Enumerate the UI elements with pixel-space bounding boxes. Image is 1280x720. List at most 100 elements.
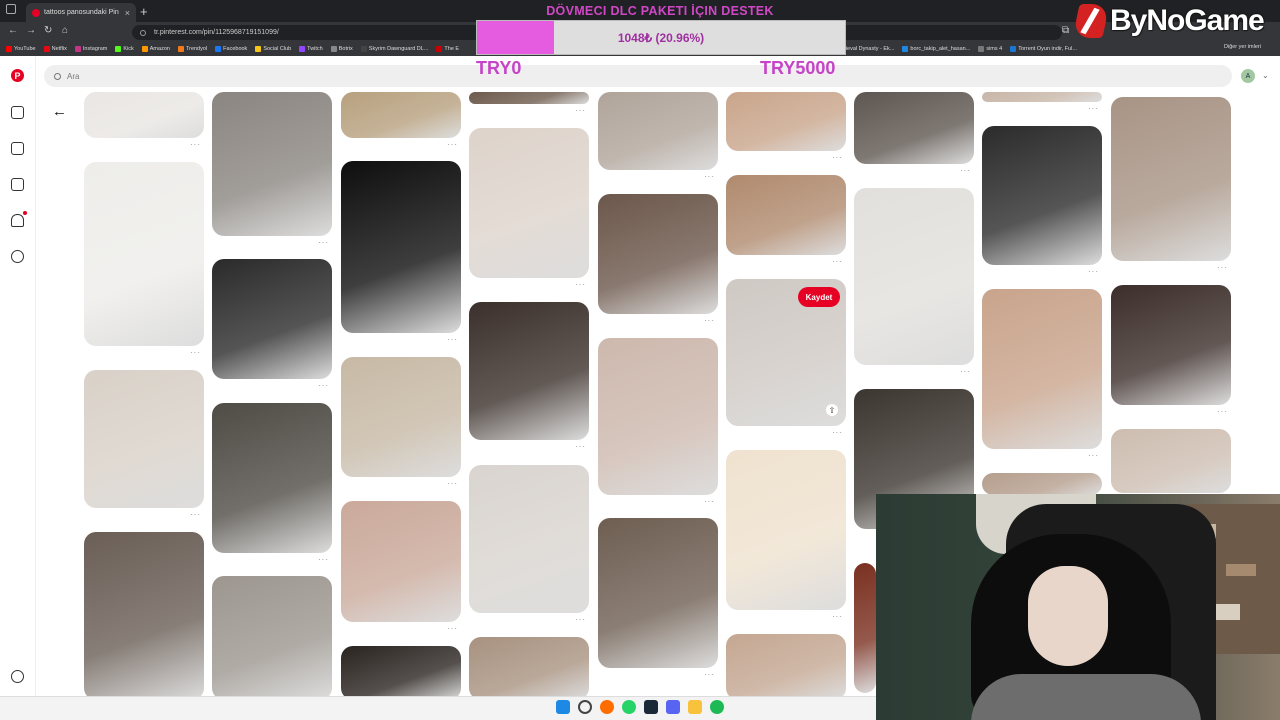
pin-card[interactable] [726,175,846,255]
pin-card[interactable] [598,92,718,170]
bookmark-item[interactable]: Torrent Oyun indir, Ful... [1010,46,1077,52]
pin-more-options-icon[interactable]: ··· [704,670,715,679]
pin-card[interactable] [598,518,718,668]
pin-more-options-icon[interactable]: ··· [447,335,458,344]
pin-more-options-icon[interactable]: ··· [960,166,971,175]
back-arrow-icon[interactable]: ← [52,103,67,120]
pin-more-options-icon[interactable]: ··· [704,497,715,506]
pin-card[interactable] [212,576,332,700]
pin-card[interactable] [1111,97,1231,261]
pin-more-options-icon[interactable]: ··· [575,280,586,289]
new-tab-icon[interactable]: + [140,4,148,19]
home-icon[interactable] [11,106,24,119]
pin-more-options-icon[interactable]: ··· [447,140,458,149]
bookmark-item[interactable]: sims 4 [978,46,1002,52]
reload-icon[interactable]: ↻ [44,25,52,36]
pin-card[interactable] [726,450,846,610]
pin-card[interactable] [84,92,204,138]
pin-card[interactable] [212,403,332,553]
messages-icon[interactable] [11,250,24,263]
close-tab-icon[interactable]: × [125,8,130,18]
pin-more-options-icon[interactable]: ··· [190,348,201,357]
pin-card[interactable] [212,92,332,236]
pin-card[interactable] [982,126,1102,265]
pin-card[interactable] [854,563,876,693]
pin-more-options-icon[interactable]: ··· [318,555,329,564]
browser-tab[interactable]: tattoos panosundaki Pin × [26,3,136,22]
other-bookmarks[interactable]: Diğer yer imleri [1224,44,1261,50]
bookmark-item[interactable]: YouTube [6,46,36,52]
bookmark-item[interactable]: Netflix [43,46,67,52]
bookmark-item[interactable]: Skyrim Dawnguard DL... [360,46,428,52]
taskbar-search-icon[interactable] [578,700,592,714]
bookmark-item[interactable]: Social Club [255,46,291,52]
pin-more-options-icon[interactable]: ··· [575,106,586,115]
bookmark-item[interactable]: Instagram [74,46,107,52]
pin-more-options-icon[interactable]: ··· [447,479,458,488]
pin-more-options-icon[interactable]: ··· [190,510,201,519]
bookmark-item[interactable]: borc_takip_alet_hasan... [902,46,970,52]
spotify-icon[interactable] [710,700,724,714]
pin-card[interactable] [84,532,204,700]
pin-more-options-icon[interactable]: ··· [1088,267,1099,276]
pin-card[interactable] [1111,429,1231,493]
back-nav-icon[interactable]: ← [8,25,18,36]
pin-more-options-icon[interactable]: ··· [832,153,843,162]
discord-icon[interactable] [666,700,680,714]
pin-more-options-icon[interactable]: ··· [1088,104,1099,113]
pin-more-options-icon[interactable]: ··· [1217,407,1228,416]
pin-card[interactable] [469,465,589,613]
extensions-icon[interactable]: ⧉ [1062,25,1069,36]
chevron-down-icon[interactable]: ⌄ [1262,71,1269,80]
pin-card[interactable] [854,92,974,164]
pin-card[interactable] [982,289,1102,449]
save-button[interactable]: Kaydet [798,287,840,307]
pin-card[interactable] [469,128,589,278]
pin-card[interactable] [341,501,461,622]
pin-card[interactable] [982,92,1102,102]
avatar[interactable]: A [1241,69,1255,83]
create-icon[interactable] [11,178,24,191]
pin-more-options-icon[interactable]: ··· [575,615,586,624]
notifications-icon[interactable] [11,214,24,227]
pin-more-options-icon[interactable]: ··· [1217,263,1228,272]
pin-more-options-icon[interactable]: ··· [960,367,971,376]
pinterest-logo-icon[interactable]: P [11,69,24,82]
pin-more-options-icon[interactable]: ··· [447,624,458,633]
share-icon[interactable]: ⇧ [826,404,838,416]
pin-card[interactable] [469,92,589,104]
start-icon[interactable] [556,700,570,714]
bookmark-item[interactable]: Facebook [215,46,247,52]
pin-more-options-icon[interactable]: ··· [575,442,586,451]
pin-more-options-icon[interactable]: ··· [318,238,329,247]
firefox-icon[interactable] [600,700,614,714]
pin-card[interactable] [726,92,846,151]
whatsapp-icon[interactable] [622,700,636,714]
tab-menu-icon[interactable] [6,4,16,14]
pin-card[interactable] [982,473,1102,495]
pin-more-options-icon[interactable]: ··· [318,381,329,390]
pin-card[interactable] [341,646,461,700]
pin-more-options-icon[interactable]: ··· [704,316,715,325]
pin-card[interactable] [469,637,589,700]
pin-card[interactable] [469,302,589,440]
pin-card[interactable] [854,188,974,365]
bookmark-item[interactable]: Amazon [141,46,170,52]
bookmark-item[interactable]: Botrix [330,46,353,52]
bookmark-item[interactable]: Kick [115,46,134,52]
search-input[interactable]: Ara [44,65,1232,87]
pin-more-options-icon[interactable]: ··· [832,428,843,437]
pin-card[interactable] [1111,285,1231,405]
home-nav-icon[interactable]: ⌂ [62,25,68,36]
pin-card[interactable] [84,162,204,346]
pin-card[interactable] [212,259,332,379]
steam-icon[interactable] [644,700,658,714]
pin-more-options-icon[interactable]: ··· [832,257,843,266]
bookmark-item[interactable]: Trendyol [177,46,207,52]
pin-card[interactable] [598,194,718,314]
pin-more-options-icon[interactable]: ··· [190,140,201,149]
pin-card[interactable] [84,370,204,508]
file-explorer-icon[interactable] [688,700,702,714]
pin-card[interactable] [341,161,461,333]
pin-card[interactable] [726,634,846,700]
